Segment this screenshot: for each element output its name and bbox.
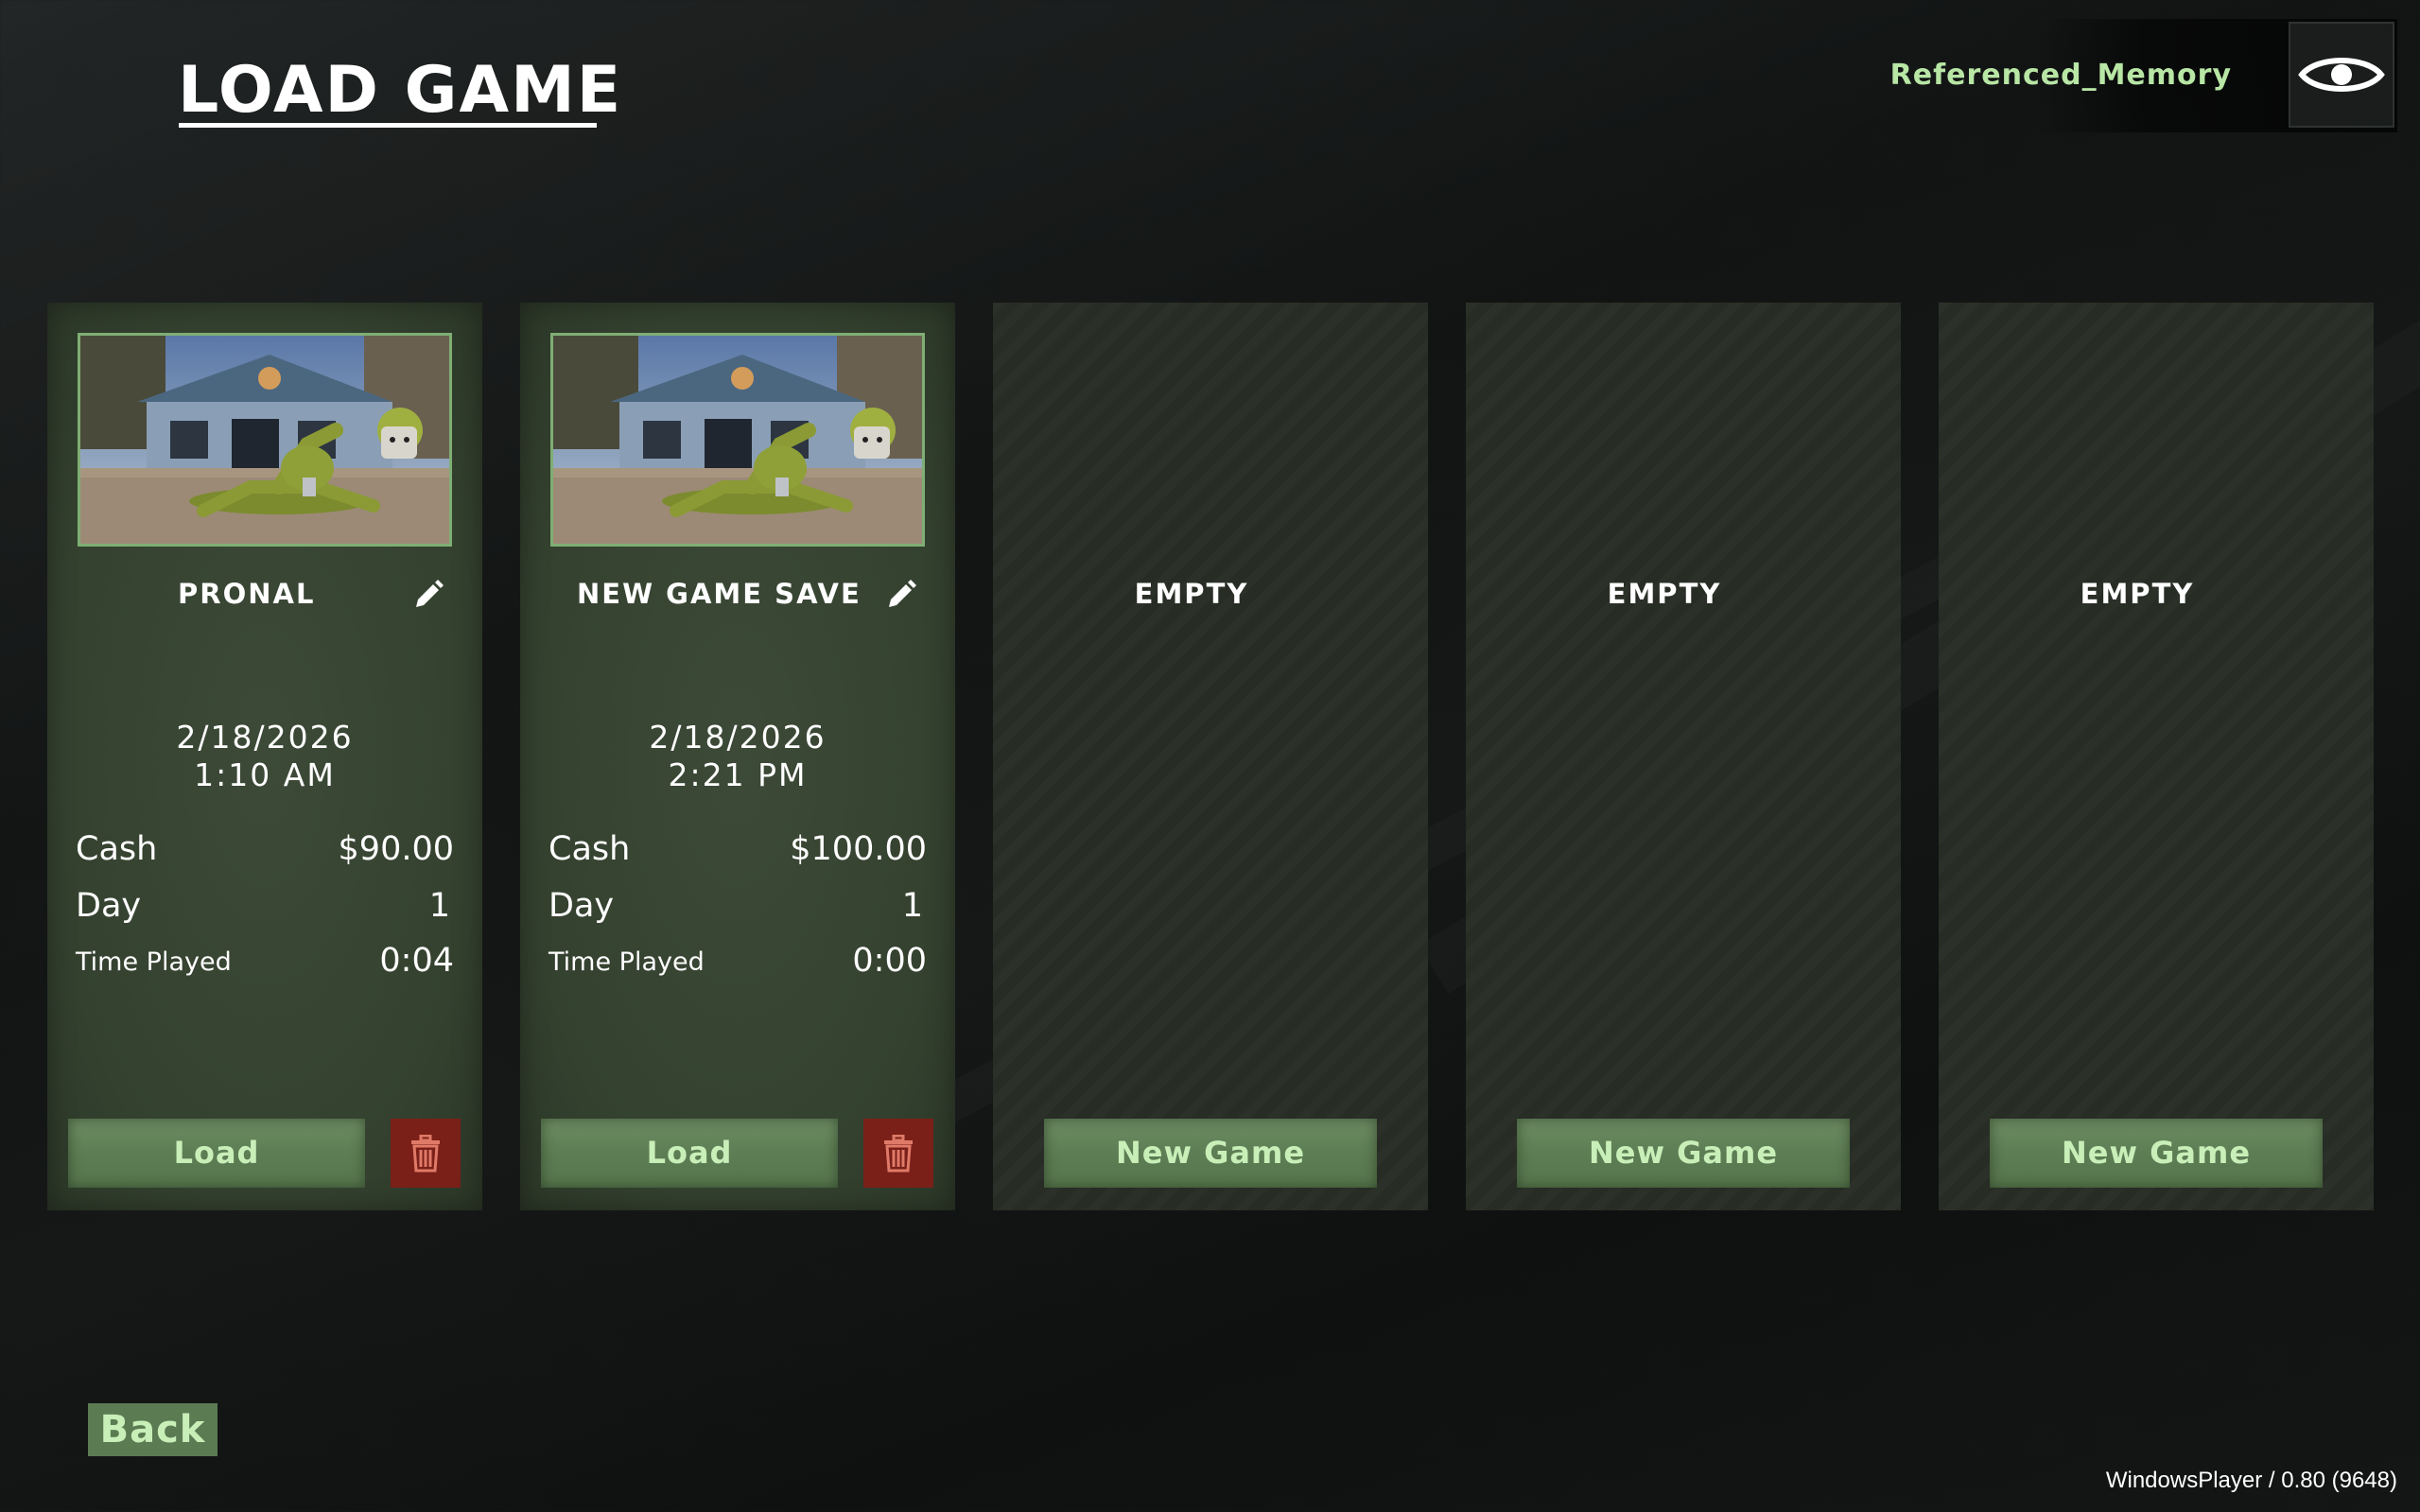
save-name: NEW GAME SAVE <box>577 578 862 610</box>
save-slot-3: EMPTY New Game <box>993 303 1428 1210</box>
username-label: Referenced_Memory <box>1889 59 2232 92</box>
save-name: PRONAL <box>178 578 316 610</box>
save-thumbnail <box>78 333 452 547</box>
trash-icon <box>884 1134 913 1172</box>
pencil-icon[interactable] <box>412 577 444 609</box>
new-game-button[interactable]: New Game <box>1990 1119 2323 1188</box>
time-played-label: Time Played <box>76 947 232 977</box>
day-label: Day <box>548 887 615 925</box>
save-slot-5: EMPTY New Game <box>1939 303 2374 1210</box>
cash-label: Cash <box>76 830 158 868</box>
cash-value: $100.00 <box>790 830 927 868</box>
cash-label: Cash <box>548 830 631 868</box>
load-button[interactable]: Load <box>68 1119 365 1188</box>
load-button[interactable]: Load <box>541 1119 838 1188</box>
empty-slot-label: EMPTY <box>1607 578 1722 610</box>
new-game-button[interactable]: New Game <box>1044 1119 1377 1188</box>
save-date: 2/18/2026 <box>649 719 827 756</box>
trash-icon <box>411 1134 440 1172</box>
delete-button[interactable] <box>391 1119 461 1188</box>
cash-value: $90.00 <box>338 830 454 868</box>
title-underline <box>179 123 597 128</box>
save-thumbnail-image <box>80 336 449 544</box>
empty-slot-label: EMPTY <box>1134 578 1249 610</box>
page-title: LOAD GAME <box>178 53 623 128</box>
back-button[interactable]: Back <box>88 1403 218 1456</box>
profile-visibility-button[interactable] <box>2289 22 2394 128</box>
save-date: 2/18/2026 <box>176 719 354 756</box>
save-slot-2[interactable]: NEW GAME SAVE 2/18/2026 2:21 PM Cash $10… <box>520 303 955 1210</box>
new-game-button[interactable]: New Game <box>1517 1119 1850 1188</box>
day-value: 1 <box>428 887 450 925</box>
day-value: 1 <box>901 887 923 925</box>
time-played-label: Time Played <box>548 947 705 977</box>
empty-slot-label: EMPTY <box>2080 578 2195 610</box>
save-time: 2:21 PM <box>668 756 808 793</box>
save-thumbnail <box>550 333 925 547</box>
time-played-value: 0:04 <box>379 942 454 980</box>
save-slot-1[interactable]: PRONAL 2/18/2026 1:10 AM Cash $90.00 Day… <box>47 303 482 1210</box>
delete-button[interactable] <box>863 1119 933 1188</box>
eye-icon <box>2298 58 2385 92</box>
day-label: Day <box>76 887 142 925</box>
version-label: WindowsPlayer / 0.80 (9648) <box>2105 1468 2397 1493</box>
save-thumbnail-image <box>553 336 922 544</box>
save-slot-4: EMPTY New Game <box>1466 303 1901 1210</box>
pencil-icon[interactable] <box>885 577 917 609</box>
save-time: 1:10 AM <box>194 756 336 793</box>
time-played-value: 0:00 <box>852 942 927 980</box>
